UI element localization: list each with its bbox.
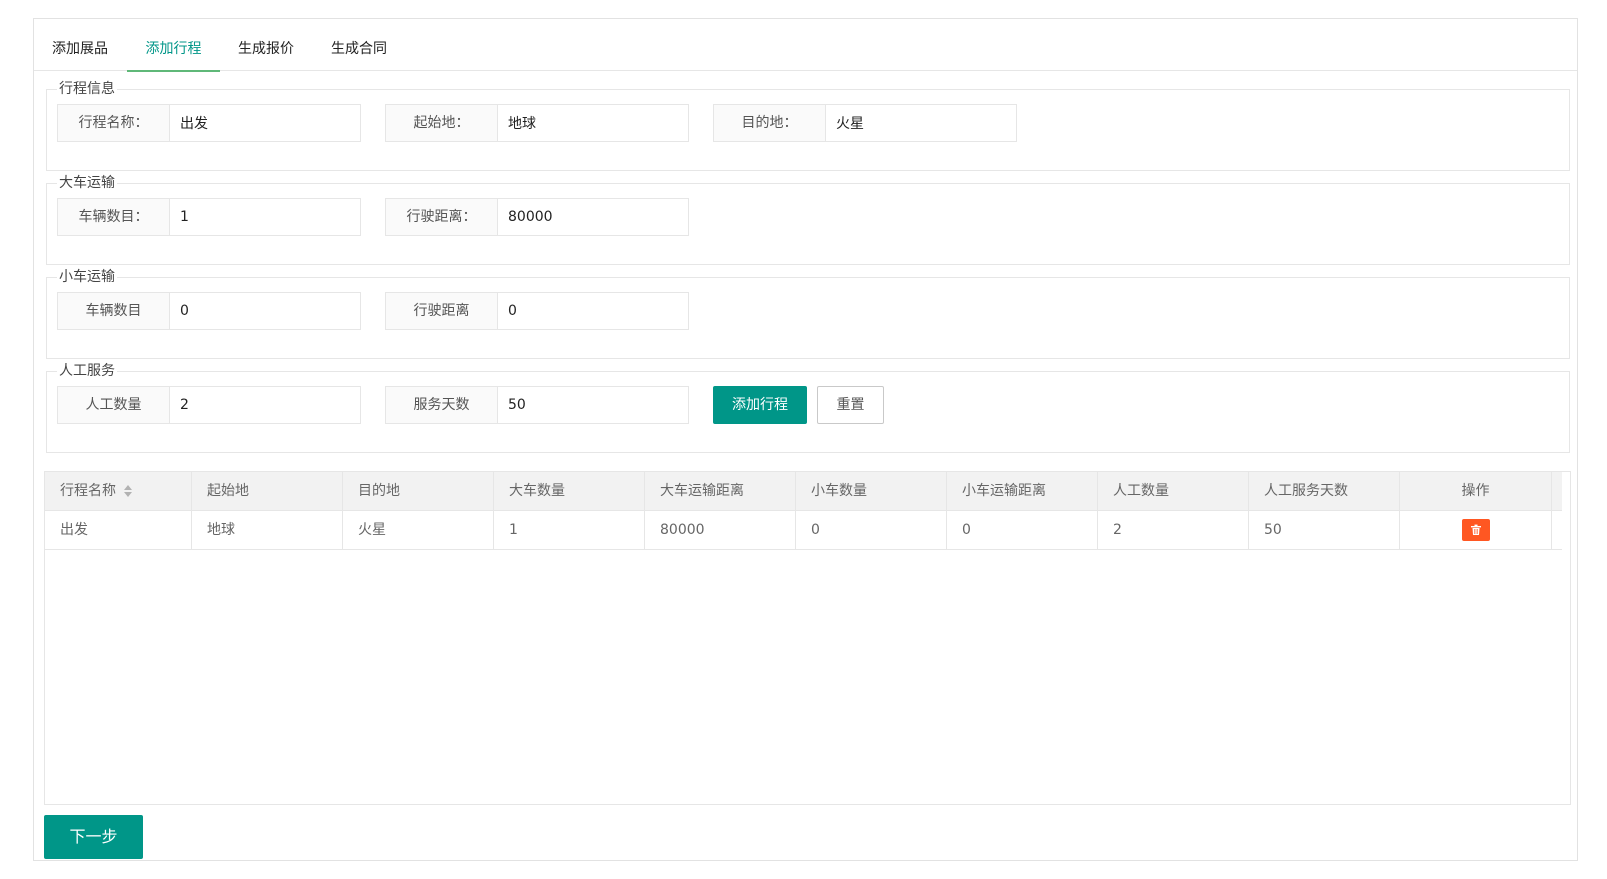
cell-origin: 地球: [192, 511, 343, 549]
trip-info-section: 行程信息 行程名称： 起始地： 目的地：: [46, 80, 1570, 171]
big-truck-count-label: 车辆数目：: [57, 198, 169, 236]
service-days-input[interactable]: [497, 386, 689, 424]
cell-service-days: 50: [1249, 511, 1400, 549]
section-legend: 人工服务: [57, 362, 117, 380]
trip-name-group: 行程名称：: [57, 104, 361, 142]
big-truck-distance-label: 行驶距离：: [385, 198, 497, 236]
big-truck-section: 大车运输 车辆数目： 行驶距离：: [46, 174, 1570, 265]
form-panel: 添加展品 添加行程 生成报价 生成合同 行程信息 行程名称： 起始地： 目的地：…: [33, 18, 1578, 861]
destination-label: 目的地：: [713, 104, 825, 142]
small-truck-count-label: 车辆数目: [57, 292, 169, 330]
labor-count-label: 人工数量: [57, 386, 169, 424]
col-small-truck-count: 小车数量: [796, 472, 947, 510]
cell-labor-count: 2: [1098, 511, 1249, 549]
cell-small-truck-count: 0: [796, 511, 947, 549]
small-truck-distance-input[interactable]: [497, 292, 689, 330]
section-legend: 行程信息: [57, 80, 117, 98]
labor-count-group: 人工数量: [57, 386, 361, 424]
cell-actions: [1400, 511, 1552, 549]
service-days-label: 服务天数: [385, 386, 497, 424]
small-truck-distance-label: 行驶距离: [385, 292, 497, 330]
delete-row-button[interactable]: [1461, 519, 1490, 541]
cell-small-truck-distance: 0: [947, 511, 1098, 549]
trip-name-input[interactable]: [169, 104, 361, 142]
origin-input[interactable]: [497, 104, 689, 142]
sort-icon[interactable]: [124, 485, 133, 497]
section-legend: 小车运输: [57, 268, 117, 286]
trip-table: 行程名称 起始地 目的地 大车数量 大车运输距离 小车数量 小车运输距离 人工数…: [44, 471, 1571, 805]
tab-bar: 添加展品 添加行程 生成报价 生成合同: [34, 19, 1577, 72]
cell-big-truck-distance: 80000: [645, 511, 796, 549]
add-trip-button[interactable]: 添加行程: [713, 386, 807, 424]
col-trip-name[interactable]: 行程名称: [45, 472, 192, 510]
col-labor-count: 人工数量: [1098, 472, 1249, 510]
cell-destination: 火星: [343, 511, 494, 549]
tab-add-trip[interactable]: 添加行程: [127, 19, 220, 72]
col-origin: 起始地: [192, 472, 343, 510]
tab-add-exhibit[interactable]: 添加展品: [48, 19, 112, 71]
service-days-group: 服务天数: [385, 386, 689, 424]
col-small-truck-distance: 小车运输距离: [947, 472, 1098, 510]
tab-generate-contract[interactable]: 生成合同: [327, 19, 391, 71]
trash-icon: [1470, 524, 1481, 535]
section-legend: 大车运输: [57, 174, 117, 192]
origin-label: 起始地：: [385, 104, 497, 142]
tab-generate-quote[interactable]: 生成报价: [234, 19, 298, 71]
destination-group: 目的地：: [713, 104, 1017, 142]
table-header: 行程名称 起始地 目的地 大车数量 大车运输距离 小车数量 小车运输距离 人工数…: [45, 472, 1562, 511]
small-truck-count-group: 车辆数目: [57, 292, 361, 330]
cell-trip-name: 出发: [45, 511, 192, 549]
col-actions: 操作: [1400, 472, 1552, 510]
table-row: 出发 地球 火星 1 80000 0 0 2 50: [45, 511, 1562, 550]
next-step-button[interactable]: 下一步: [44, 815, 143, 859]
big-truck-distance-group: 行驶距离：: [385, 198, 689, 236]
col-label: 行程名称: [60, 483, 116, 499]
reset-button[interactable]: 重置: [817, 386, 884, 424]
origin-group: 起始地：: [385, 104, 689, 142]
col-big-truck-count: 大车数量: [494, 472, 645, 510]
big-truck-count-input[interactable]: [169, 198, 361, 236]
cell-big-truck-count: 1: [494, 511, 645, 549]
destination-input[interactable]: [825, 104, 1017, 142]
small-truck-count-input[interactable]: [169, 292, 361, 330]
col-big-truck-distance: 大车运输距离: [645, 472, 796, 510]
col-destination: 目的地: [343, 472, 494, 510]
labor-section: 人工服务 人工数量 服务天数 添加行程 重置: [46, 362, 1570, 453]
big-truck-count-group: 车辆数目：: [57, 198, 361, 236]
big-truck-distance-input[interactable]: [497, 198, 689, 236]
col-service-days: 人工服务天数: [1249, 472, 1400, 510]
small-truck-section: 小车运输 车辆数目 行驶距离: [46, 268, 1570, 359]
labor-count-input[interactable]: [169, 386, 361, 424]
small-truck-distance-group: 行驶距离: [385, 292, 689, 330]
trip-name-label: 行程名称：: [57, 104, 169, 142]
